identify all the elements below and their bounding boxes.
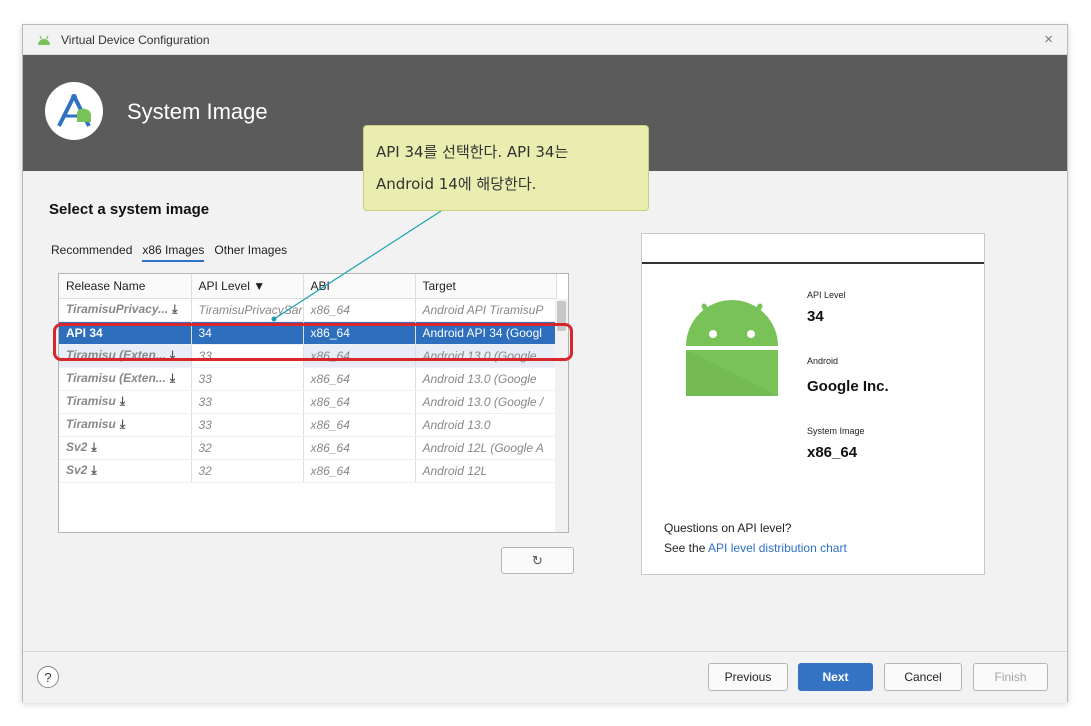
tab-x86-images[interactable]: x86 Images (142, 243, 205, 262)
table-row-selected[interactable]: API 34 34 x86_64 Android API 34 (Googl (59, 321, 557, 345)
api-level-cell: 33 (191, 413, 304, 437)
release-name: TiramisuPrivacy... (66, 302, 169, 316)
abi-cell: x86_64 (303, 344, 416, 368)
cancel-button[interactable]: Cancel (884, 663, 962, 691)
refresh-icon: ↻ (532, 552, 543, 568)
api-level-cell: 32 (191, 436, 304, 460)
download-icon[interactable]: ⤓ (91, 440, 96, 454)
abi-cell: x86_64 (303, 298, 416, 322)
release-name: API 34 (59, 321, 192, 345)
download-icon[interactable]: ⤓ (170, 348, 175, 362)
window-title: Virtual Device Configuration (61, 32, 210, 47)
api-level-cell: 33 (191, 390, 304, 414)
image-tabs: Recommended x86 Images Other Images (51, 243, 287, 262)
page-title: System Image (127, 99, 268, 124)
api-level-cell: TiramisuPrivacySar (191, 298, 304, 322)
target-cell: Android 12L (Google A (415, 436, 557, 460)
section-title: Select a system image (49, 201, 210, 218)
target-cell: Android API TiramisuP (415, 298, 557, 322)
api-level-cell: 32 (191, 459, 304, 483)
system-image-label: System Image (807, 426, 865, 436)
api-level-cell: 34 (191, 321, 304, 345)
abi-cell: x86_64 (303, 390, 416, 414)
release-name: Tiramisu (Exten... (66, 348, 166, 362)
table-header-row: Release Name API Level ▼ ABI Target (59, 274, 557, 299)
panel-divider (642, 262, 984, 264)
table-row[interactable]: Tiramisu (Exten... ⤓ 33 x86_64 Android 13… (59, 367, 557, 391)
table-row[interactable]: TiramisuPrivacy... ⤓ TiramisuPrivacySar x… (59, 298, 557, 322)
table-scrollbar[interactable] (555, 299, 568, 532)
questions-text: Questions on API level? (664, 521, 792, 535)
vendor-label: Android (807, 356, 839, 366)
download-icon[interactable]: ⤓ (120, 394, 125, 408)
previous-button[interactable]: Previous (708, 663, 788, 691)
android-head-icon (38, 35, 50, 45)
api-level-cell: 33 (191, 344, 304, 368)
table-row[interactable]: Sv2 ⤓ 32 x86_64 Android 12L (59, 459, 557, 483)
abi-cell: x86_64 (303, 459, 416, 483)
android-robot-icon (686, 300, 778, 396)
table-row[interactable]: Tiramisu (Exten... ⤓ 33 x86_64 Android 13… (59, 344, 557, 368)
close-icon[interactable]: × (1044, 31, 1053, 48)
abi-cell: x86_64 (303, 413, 416, 437)
tab-other-images[interactable]: Other Images (214, 243, 287, 262)
abi-cell: x86_64 (303, 321, 416, 345)
api-level-cell: 33 (191, 367, 304, 391)
column-abi[interactable]: ABI (303, 274, 416, 299)
release-name: Tiramisu (66, 417, 116, 431)
download-icon[interactable]: ⤓ (172, 302, 177, 316)
annotation-callout: API 34를 선택한다. API 34는 Android 14에 해당한다. (363, 125, 649, 211)
dialog-window: Virtual Device Configuration × System Im… (22, 24, 1068, 703)
image-detail-panel: API Level 34 Android Google Inc. System … (641, 233, 985, 575)
system-image-table: Release Name API Level ▼ ABI Target Tira… (58, 273, 569, 533)
target-cell: Android 13.0 (Google / (415, 390, 557, 414)
release-name: Sv2 (66, 463, 88, 477)
column-target[interactable]: Target (415, 274, 557, 299)
vendor-value: Google Inc. (807, 378, 889, 395)
next-button[interactable]: Next (798, 663, 873, 691)
table-row[interactable]: Tiramisu ⤓ 33 x86_64 Android 13.0 (Google… (59, 390, 557, 414)
title-bar: Virtual Device Configuration × (23, 25, 1067, 55)
scrollbar-thumb[interactable] (557, 301, 566, 331)
see-the-text: See the (664, 541, 709, 555)
help-button[interactable]: ? (37, 666, 59, 688)
wizard-footer: ? Previous Next Cancel Finish (23, 651, 1067, 703)
release-name: Tiramisu (Exten... (66, 371, 166, 385)
api-level-label: API Level (807, 290, 846, 300)
target-cell: Android 12L (415, 459, 557, 483)
refresh-button[interactable]: ↻ (501, 547, 574, 574)
download-icon[interactable]: ⤓ (170, 371, 175, 385)
table-row[interactable]: Tiramisu ⤓ 33 x86_64 Android 13.0 (59, 413, 557, 437)
system-image-value: x86_64 (807, 444, 858, 461)
table-row[interactable]: Sv2 ⤓ 32 x86_64 Android 12L (Google A (59, 436, 557, 460)
abi-cell: x86_64 (303, 436, 416, 460)
tab-recommended[interactable]: Recommended (51, 243, 132, 262)
api-distribution-link[interactable]: API level distribution chart (708, 541, 847, 555)
release-name: Sv2 (66, 440, 88, 454)
download-icon[interactable]: ⤓ (120, 417, 125, 431)
column-api-level[interactable]: API Level ▼ (191, 274, 304, 299)
api-level-help: Questions on API level? See the API leve… (664, 518, 847, 558)
api-level-value: 34 (807, 308, 824, 325)
target-cell: Android API 34 (Googl (415, 321, 557, 345)
target-cell: Android 13.0 (Google (415, 367, 557, 391)
abi-cell: x86_64 (303, 367, 416, 391)
callout-line-2: Android 14에 해당한다. (376, 175, 537, 193)
download-icon[interactable]: ⤓ (91, 463, 96, 477)
finish-button[interactable]: Finish (973, 663, 1048, 691)
target-cell: Android 13.0 (Google (415, 344, 557, 368)
release-name: Tiramisu (66, 394, 116, 408)
target-cell: Android 13.0 (415, 413, 557, 437)
column-release-name[interactable]: Release Name (59, 274, 192, 299)
callout-line-1: API 34를 선택한다. API 34는 (376, 143, 569, 161)
android-studio-logo-icon (45, 82, 103, 140)
